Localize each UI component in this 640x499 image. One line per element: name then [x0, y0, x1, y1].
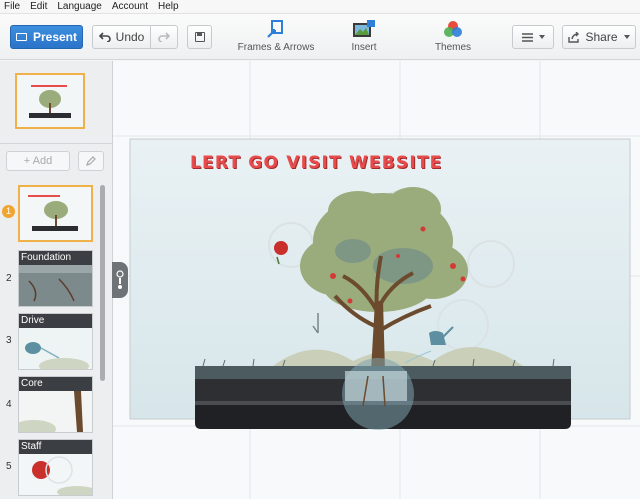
slide-thumbnail-4[interactable]: Core: [18, 376, 93, 433]
slide-thumbnail-2[interactable]: Foundation: [18, 250, 93, 307]
present-icon: [15, 33, 27, 41]
frames-arrows-label: Frames & Arrows: [237, 42, 315, 53]
undo-label: Undo: [115, 30, 145, 44]
menu-edit[interactable]: Edit: [30, 1, 47, 12]
slide-thumbnail-5[interactable]: Staff: [18, 439, 93, 496]
collapse-sidebar-tab[interactable]: [112, 262, 128, 298]
menu-bar: File Edit Language Account Help: [0, 0, 640, 14]
slides-sidebar: + Add 1 2 Foundation 3 Drive 4 Core 5 St…: [0, 61, 113, 499]
present-label: Present: [32, 30, 78, 44]
menu-file[interactable]: File: [4, 1, 20, 12]
canvas-title[interactable]: LERT GO VISIT WEBSITE: [190, 153, 442, 173]
edit-path-button[interactable]: [78, 151, 104, 171]
menu-account[interactable]: Account: [112, 1, 148, 12]
insert-icon: [353, 20, 375, 37]
slide-preview: [20, 187, 91, 240]
share-icon: [568, 31, 580, 43]
redo-button[interactable]: [150, 25, 178, 49]
undo-icon: [98, 32, 111, 42]
overview-thumbnail[interactable]: [15, 73, 85, 129]
slide-number: 1: [2, 205, 15, 218]
presentation-canvas[interactable]: LERT GO VISIT WEBSITE: [113, 61, 640, 499]
slide-thumbnail-3[interactable]: Drive: [18, 313, 93, 370]
slide-label: Foundation: [19, 251, 92, 265]
add-slide-button[interactable]: + Add: [6, 151, 70, 171]
slide-number: 4: [6, 399, 12, 410]
themes-label: Themes: [434, 42, 472, 53]
share-label: Share: [585, 30, 618, 44]
slide-label: Core: [19, 377, 92, 391]
more-menu-button[interactable]: [512, 25, 554, 49]
save-icon: [194, 32, 205, 42]
slide-number: 5: [6, 461, 12, 472]
insert-tool[interactable]: Insert: [343, 20, 385, 53]
sidebar-scrollbar[interactable]: [100, 185, 105, 381]
themes-icon: [444, 21, 462, 37]
slide-number: 2: [6, 273, 12, 284]
slide-label: Staff: [19, 440, 92, 454]
panel-divider: [0, 143, 112, 144]
undo-button[interactable]: Undo: [92, 25, 150, 49]
chevron-down-icon: [538, 35, 545, 39]
slide-label: Drive: [19, 314, 92, 328]
toolbar: Present Undo Frames & Arrows Insert Them…: [0, 14, 640, 60]
canvas-artwork: [113, 61, 640, 499]
chevron-down-icon: [623, 35, 630, 39]
menu-language[interactable]: Language: [57, 1, 102, 12]
pencil-icon: [86, 156, 96, 166]
redo-icon: [158, 32, 170, 42]
hamburger-icon: [521, 32, 533, 42]
insert-label: Insert: [351, 42, 377, 53]
slide-thumbnail-1[interactable]: [18, 185, 93, 242]
frames-arrows-tool[interactable]: Frames & Arrows: [237, 20, 315, 53]
frames-arrows-icon: [267, 20, 283, 38]
collapse-handle-icon: [116, 270, 124, 289]
overview-preview: [17, 75, 83, 127]
present-button[interactable]: Present: [10, 25, 83, 49]
themes-tool[interactable]: Themes: [430, 20, 476, 53]
slide-number: 3: [6, 335, 12, 346]
save-button[interactable]: [187, 25, 212, 49]
menu-help[interactable]: Help: [158, 1, 179, 12]
share-button[interactable]: Share: [562, 25, 636, 49]
